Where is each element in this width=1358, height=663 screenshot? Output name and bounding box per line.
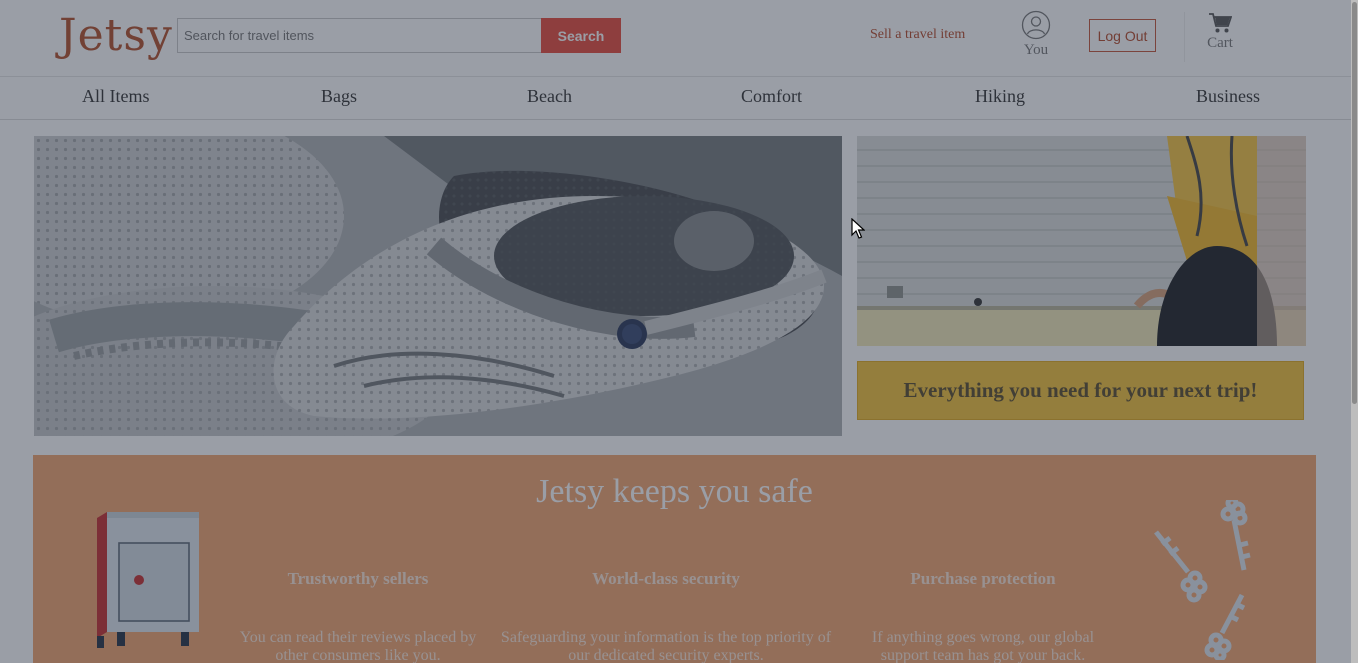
- cart-icon: [1209, 13, 1232, 33]
- logout-button[interactable]: Log Out: [1089, 19, 1156, 52]
- nav-item-business[interactable]: Business: [1196, 86, 1260, 107]
- sell-item-link[interactable]: Sell a travel item: [870, 27, 965, 43]
- you-account-link[interactable]: You: [1018, 10, 1054, 59]
- hero-slide-image: [34, 136, 842, 436]
- nav-item-all-items[interactable]: All Items: [82, 86, 150, 107]
- search-bar: Search: [177, 18, 622, 53]
- nav-item-beach[interactable]: Beach: [527, 86, 572, 107]
- feature-text-security: Safeguarding your information is the top…: [500, 629, 832, 663]
- nav-item-hiking[interactable]: Hiking: [975, 86, 1025, 107]
- feature-title-protection: Purchase protection: [910, 569, 1056, 588]
- safety-section: Jetsy keeps you safe Trustworthy sellers…: [33, 455, 1316, 663]
- feature-text-sellers: You can read their reviews placed by oth…: [239, 629, 477, 663]
- nav-item-comfort[interactable]: Comfort: [741, 86, 802, 107]
- keys-icon: [1154, 500, 1251, 660]
- scrollbar-thumb[interactable]: [1352, 2, 1357, 404]
- feature-text-protection: If anything goes wrong, our global suppo…: [871, 629, 1095, 663]
- feature-title-sellers: Trustworthy sellers: [287, 569, 429, 588]
- cart-link[interactable]: Cart: [1198, 12, 1242, 52]
- side-promo-image[interactable]: [857, 136, 1306, 346]
- category-nav: All Items Bags Beach Comfort Hiking Busi…: [0, 77, 1358, 120]
- header-divider: [1184, 12, 1185, 62]
- feature-title-security: World-class security: [592, 569, 740, 588]
- trip-banner[interactable]: Everything you need for your next trip!: [857, 361, 1304, 420]
- hero-carousel[interactable]: 1: [34, 136, 842, 436]
- woman-with-bag-image: [857, 136, 1306, 346]
- safe-icon: [97, 512, 199, 648]
- user-icon: [1021, 10, 1051, 40]
- cursor-icon: [851, 218, 865, 239]
- site-header: Jetsy Search Sell a travel item You Log …: [0, 0, 1358, 77]
- you-label: You: [1023, 42, 1049, 58]
- search-button[interactable]: Search: [541, 18, 621, 53]
- nav-item-bags[interactable]: Bags: [321, 86, 357, 107]
- jetsy-logo[interactable]: Jetsy: [59, 10, 173, 61]
- safety-title: Jetsy keeps you safe: [536, 473, 813, 510]
- cart-label: Cart: [1207, 35, 1233, 51]
- search-input[interactable]: [177, 18, 541, 53]
